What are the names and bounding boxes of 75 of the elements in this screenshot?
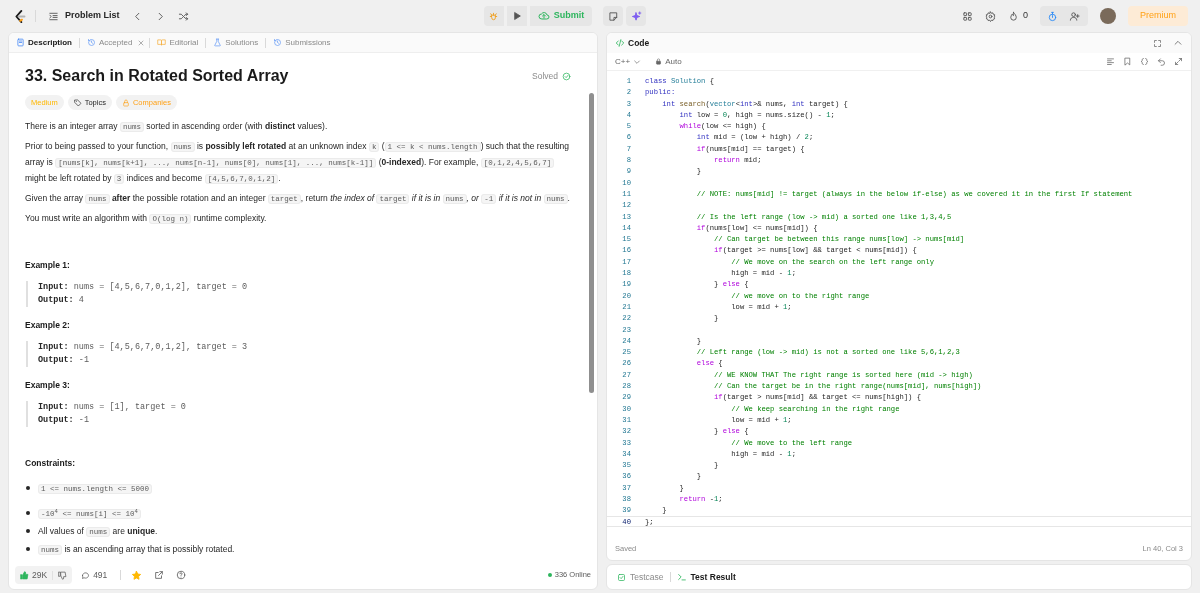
- note-icon: [607, 10, 619, 22]
- list-icon: [48, 10, 59, 22]
- example-heading: Example 1:: [25, 259, 71, 272]
- code-icon: [615, 38, 625, 48]
- checkbox-icon: [617, 572, 626, 582]
- document-icon: [16, 38, 25, 47]
- comments-button[interactable]: 491: [78, 568, 111, 582]
- history-icon: [87, 38, 96, 47]
- shuffle-icon[interactable]: [177, 10, 189, 22]
- add-user-icon: [1069, 10, 1081, 22]
- tab[interactable]: Editorial: [154, 36, 202, 49]
- tab[interactable]: Description: [13, 36, 75, 49]
- close-icon[interactable]: [137, 38, 146, 47]
- example-line: Output: 4: [38, 294, 85, 307]
- undo-icon[interactable]: [1157, 57, 1166, 66]
- streak-button[interactable]: 0: [1007, 9, 1028, 23]
- flask-icon: [213, 38, 223, 47]
- play-icon: [511, 11, 522, 21]
- problem-list-button[interactable]: Problem List: [44, 9, 124, 23]
- bullet-icon: [26, 486, 30, 490]
- bullet-icon: [26, 547, 30, 551]
- tab[interactable]: Submissions: [270, 36, 334, 49]
- solved-status: Solved: [532, 68, 571, 84]
- tab[interactable]: Accepted: [84, 36, 136, 49]
- lock-icon: [655, 58, 663, 65]
- submit-button[interactable]: Submit: [529, 6, 593, 26]
- run-button[interactable]: [506, 6, 527, 26]
- braces-icon[interactable]: [1140, 57, 1149, 66]
- tag-icon: [73, 98, 82, 107]
- fullscreen-icon[interactable]: [1153, 38, 1162, 48]
- sparkle-icon: [630, 10, 642, 22]
- example-line: Input: nums = [4,5,6,7,0,1,2], target = 0: [38, 281, 249, 294]
- bookmark-icon[interactable]: [1123, 57, 1132, 66]
- language-dropdown[interactable]: C++: [615, 55, 642, 68]
- chevron-down-icon: [633, 57, 642, 66]
- timer-icon: [1047, 10, 1059, 22]
- bullet-icon: [26, 511, 30, 515]
- example-line: Input: nums = [4,5,6,7,0,1,2], target = 3: [38, 341, 249, 354]
- expand-icon[interactable]: [1174, 57, 1183, 66]
- ai-button[interactable]: [626, 6, 647, 26]
- constraints-heading: Constraints:: [25, 457, 77, 470]
- comment-icon: [81, 570, 91, 580]
- example-heading: Example 3:: [25, 379, 71, 392]
- example-heading: Example 2:: [25, 319, 71, 332]
- flame-icon: [1007, 10, 1019, 22]
- history-icon: [273, 38, 283, 47]
- settings-icon[interactable]: [984, 10, 996, 22]
- notes-button[interactable]: [603, 6, 624, 26]
- format-icon[interactable]: [1106, 57, 1115, 66]
- thumbs-up-icon: [20, 570, 29, 580]
- tab[interactable]: Testcase: [615, 570, 666, 584]
- mode-label: Auto: [655, 55, 682, 68]
- logo-icon[interactable]: [12, 8, 27, 24]
- check-circle-icon: [562, 71, 571, 81]
- collapse-icon[interactable]: [1173, 38, 1183, 48]
- cloud-upload-icon: [537, 10, 550, 22]
- scrollbar[interactable]: [589, 93, 594, 393]
- layout-icon[interactable]: [961, 10, 973, 22]
- share-icon[interactable]: [154, 570, 165, 580]
- example-line: Output: -1: [38, 414, 91, 427]
- terminal-icon: [676, 572, 687, 582]
- avatar[interactable]: [1100, 8, 1116, 24]
- tab[interactable]: Solutions: [210, 36, 262, 49]
- example-line: Output: -1: [38, 354, 91, 367]
- problem-title: 33. Search in Rotated Sorted Array: [25, 66, 289, 86]
- book-icon: [157, 38, 167, 47]
- example-line: Input: nums = [1], target = 0: [38, 401, 187, 414]
- bug-icon: [488, 10, 500, 22]
- help-icon[interactable]: [176, 570, 187, 580]
- lock-icon: [121, 98, 130, 107]
- bullet-icon: [26, 529, 30, 533]
- panel-title: Code: [628, 36, 650, 50]
- thumbs-down-icon: [58, 570, 68, 580]
- star-icon[interactable]: [131, 569, 143, 581]
- tab[interactable]: Test Result: [674, 570, 738, 584]
